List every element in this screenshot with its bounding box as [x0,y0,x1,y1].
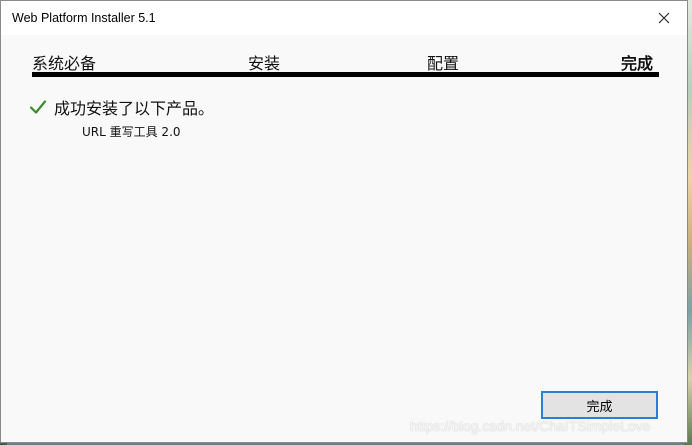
step-prerequisites: 系统必备 [32,54,97,73]
installed-product-item: URL 重写工具 2.0 [82,125,181,139]
step-finish: 完成 [621,54,654,73]
finish-button-label: 完成 [586,399,613,415]
step-install: 安装 [248,54,281,73]
success-message: 成功安装了以下产品。 [54,99,215,118]
finish-button[interactable]: 完成 [541,391,658,419]
close-button[interactable] [641,1,687,35]
progress-bar [32,72,659,77]
watermark: https://blog.csdn.net/ChaITSimpleLove [410,418,651,434]
step-configure: 配置 [427,54,460,73]
success-message-row: 成功安装了以下产品。 [29,96,214,118]
check-icon [29,100,47,114]
wizard-steps: 系统必备 安装 配置 完成 [32,47,659,73]
close-icon [658,12,670,24]
title-bar[interactable]: Web Platform Installer 5.1 [1,1,687,35]
installer-window: Web Platform Installer 5.1 系统必备 安装 配置 完成… [0,0,688,443]
window-title: Web Platform Installer 5.1 [12,11,156,25]
